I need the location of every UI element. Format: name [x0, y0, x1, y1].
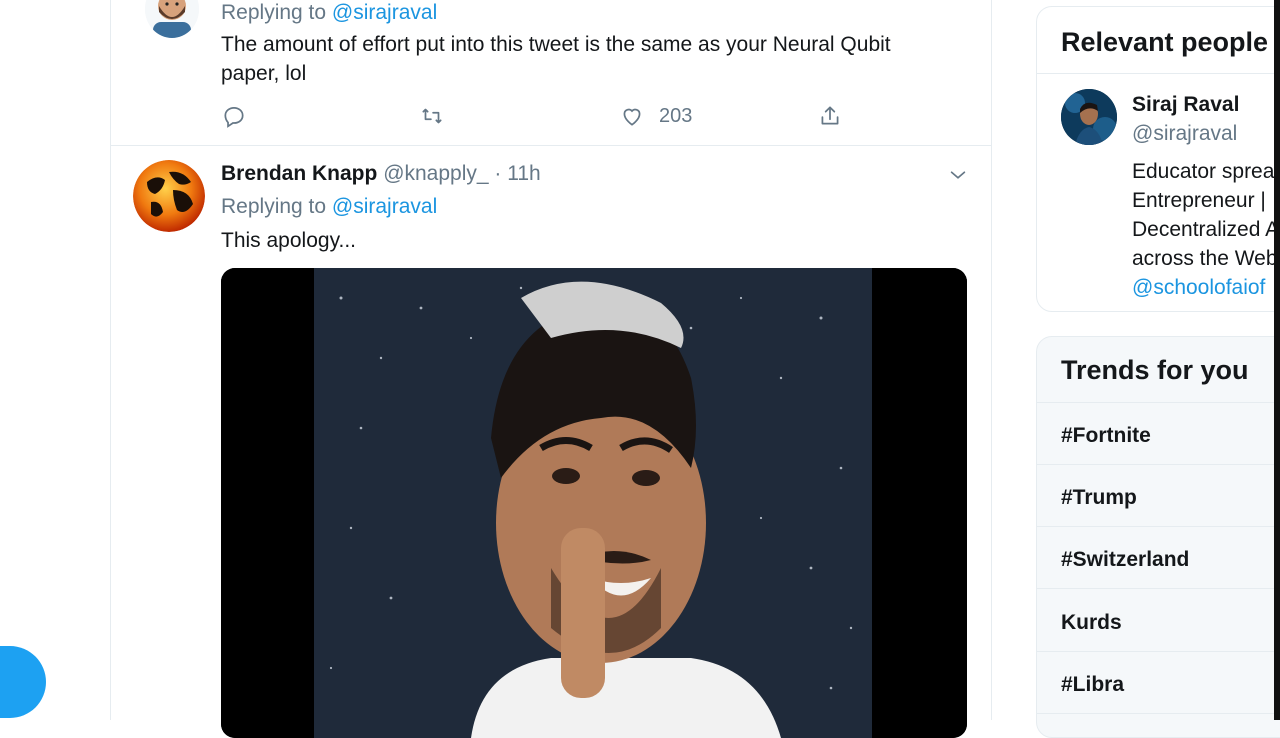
tweet-header: Brendan Knapp @knapply_ · 11h: [221, 162, 541, 186]
tweet-text-line: paper, lol: [221, 62, 307, 85]
divider: [1037, 588, 1280, 589]
avatar[interactable]: [1061, 89, 1117, 145]
trend-item[interactable]: #Trump: [1061, 486, 1137, 510]
trend-item[interactable]: Kurds: [1061, 611, 1122, 635]
divider: [1037, 402, 1280, 403]
bio-line: across the Web: [1132, 247, 1278, 270]
tweet-actions: 203: [221, 100, 961, 132]
tweet-time[interactable]: · 11h: [494, 162, 540, 185]
compose-tweet-button[interactable]: [0, 646, 46, 718]
user-avatar[interactable]: [133, 160, 205, 232]
window-edge: [1274, 0, 1280, 720]
like-count: 203: [659, 104, 693, 127]
divider: [1037, 713, 1280, 714]
divider: [1037, 464, 1280, 465]
divider: [1037, 651, 1280, 652]
tweet-text: The amount of effort put into this tweet…: [221, 30, 891, 88]
replying-to: Replying to @sirajraval: [221, 195, 437, 219]
author-name[interactable]: Brendan Knapp: [221, 162, 377, 185]
chevron-down-icon[interactable]: [947, 164, 969, 186]
trend-item[interactable]: #Switzerland: [1061, 548, 1189, 572]
card-title: Trends for you: [1061, 355, 1249, 385]
tweet-text: This apology...: [221, 229, 357, 252]
replying-label: Replying to: [221, 1, 327, 24]
replying-to: Replying to @sirajraval: [221, 1, 437, 25]
share-button[interactable]: [817, 100, 843, 132]
bio-line: Entrepreneur |: [1132, 189, 1266, 212]
relevant-people-card: Relevant people Siraj Raval @sirajraval …: [1036, 6, 1280, 312]
like-button[interactable]: 203: [619, 100, 692, 132]
reply-button[interactable]: [221, 100, 247, 132]
person-bio: Educator sprea Entrepreneur | Decentrali…: [1132, 157, 1279, 302]
tweet[interactable]: Replying to @sirajraval The amount of ef…: [111, 0, 991, 146]
trend-item[interactable]: #Fortnite: [1061, 424, 1151, 448]
trends-card: Trends for you #Fortnite #Trump #Switzer…: [1036, 336, 1280, 738]
person-handle[interactable]: @sirajraval: [1132, 122, 1237, 146]
tweet[interactable]: Brendan Knapp @knapply_ · 11h Replying t…: [111, 146, 991, 738]
like-icon: [623, 108, 641, 126]
bio-link[interactable]: @schoolofaiof: [1132, 273, 1279, 302]
tweet-media-video[interactable]: [221, 268, 967, 738]
trend-item[interactable]: #Libra: [1061, 673, 1124, 697]
tweet-text-line: The amount of effort put into this tweet…: [221, 33, 891, 56]
timeline: Replying to @sirajraval The amount of ef…: [110, 0, 992, 738]
person-name[interactable]: Siraj Raval: [1132, 93, 1239, 117]
retweet-icon: [422, 108, 442, 124]
retweet-button[interactable]: [419, 100, 445, 132]
card-title: Relevant people: [1061, 27, 1269, 57]
reply-icon: [224, 107, 244, 128]
replying-label: Replying to: [221, 195, 327, 218]
divider: [1037, 526, 1280, 527]
user-avatar[interactable]: [145, 0, 199, 38]
replying-handle-link[interactable]: @sirajraval: [332, 1, 437, 24]
right-sidebar: Relevant people Siraj Raval @sirajraval …: [1036, 0, 1280, 738]
bio-line: Educator sprea: [1132, 160, 1275, 183]
divider: [1037, 73, 1280, 74]
replying-handle-link[interactable]: @sirajraval: [332, 195, 437, 218]
bio-line: Decentralized A: [1132, 218, 1280, 241]
author-handle[interactable]: @knapply_: [383, 162, 488, 185]
share-icon: [821, 106, 839, 125]
